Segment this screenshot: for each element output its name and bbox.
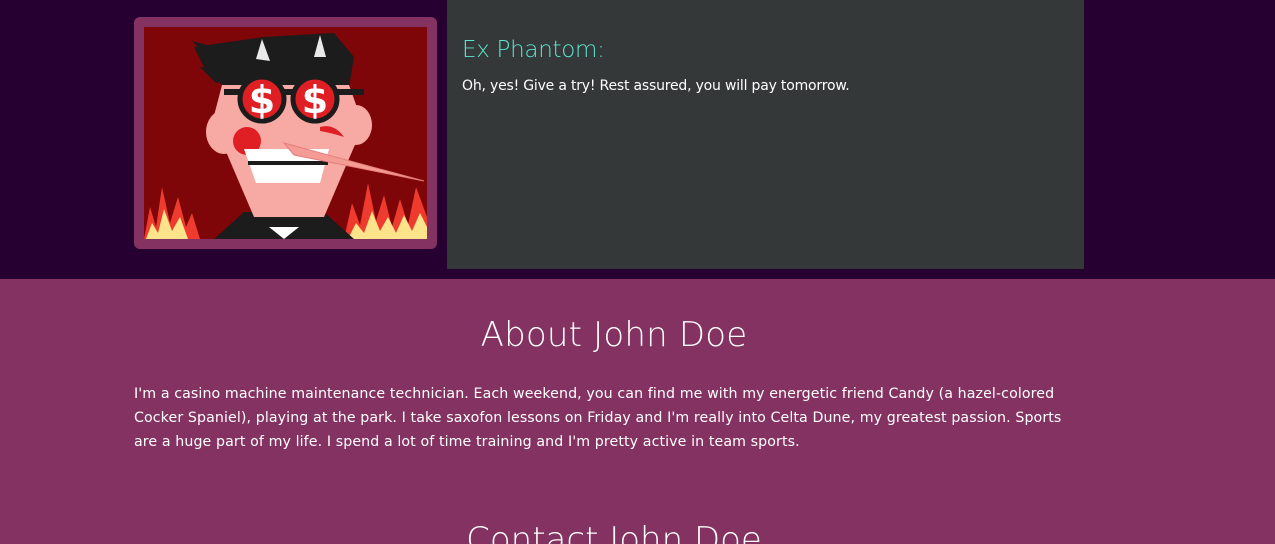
svg-text:$: $ [302, 78, 328, 122]
testimonial-text: Oh, yes! Give a try! Rest assured, you w… [462, 78, 850, 94]
testimonial-card: Ex Phantom: Oh, yes! Give a try! Rest as… [447, 0, 1084, 269]
about-text: I'm a casino machine maintenance technic… [134, 386, 1062, 450]
contact-heading: Contact John Doe [466, 520, 762, 544]
about-heading: About John Doe [480, 315, 748, 355]
character-image-frame: $ $ [134, 17, 437, 249]
about-section: About John Doe I'm a casino machine main… [134, 309, 1094, 454]
svg-text:$: $ [249, 78, 275, 122]
testimonial-author: Ex Phantom: [462, 37, 605, 63]
greedy-character-illustration: $ $ [144, 27, 427, 239]
